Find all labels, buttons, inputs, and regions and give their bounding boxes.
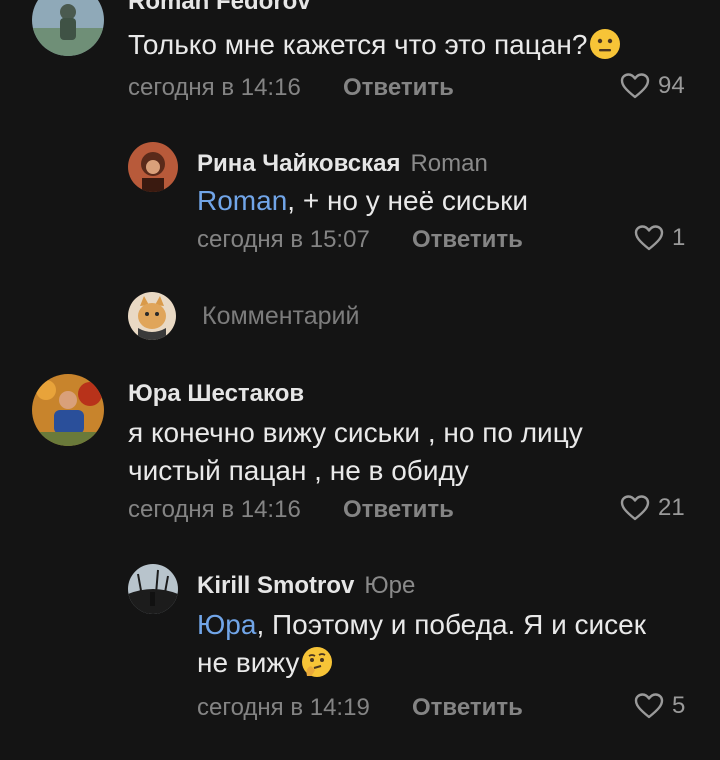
- like-count: 94: [658, 72, 685, 99]
- comment-text-body: , Поэтому и победа. Я и сисек: [256, 609, 646, 640]
- mention-link[interactable]: Юра: [197, 609, 256, 640]
- comment-text-line-1: Юра, Поэтому и победа. Я и сисек: [197, 606, 646, 644]
- comment-text-line-2: чистый пацан , не в обиду: [128, 455, 469, 486]
- comment-timestamp: сегодня в 14:16: [128, 496, 301, 523]
- like-button[interactable]: 94: [620, 72, 685, 100]
- comment-input-placeholder[interactable]: Комментарий: [202, 302, 359, 331]
- comment-timestamp: сегодня в 15:07: [197, 226, 370, 253]
- heart-icon: [620, 73, 650, 99]
- reply-button[interactable]: Ответить: [412, 694, 523, 722]
- heart-icon: [620, 495, 650, 521]
- comment-text-body: Только мне кажется что это пацан?: [128, 29, 588, 60]
- author-name-line: Kirill Smotrov Юре: [197, 572, 415, 600]
- avatar-image: [32, 374, 104, 446]
- avatar[interactable]: [32, 0, 104, 56]
- comment-text: Roman, + но у неё сиськи: [197, 182, 528, 220]
- heart-icon: [634, 693, 664, 719]
- mention-link[interactable]: Roman: [197, 185, 287, 216]
- reply-button[interactable]: Ответить: [343, 496, 454, 524]
- like-button[interactable]: 1: [634, 224, 685, 252]
- like-count: 1: [672, 224, 686, 251]
- comment-text-body-2: не вижу: [197, 647, 300, 678]
- author-name[interactable]: Roman Fedorov: [128, 0, 311, 16]
- author-name[interactable]: Kirill Smotrov: [197, 572, 354, 599]
- avatar[interactable]: [128, 142, 178, 192]
- cat-avatar-image: [128, 292, 176, 340]
- author-name[interactable]: Юра Шестаков: [128, 380, 304, 408]
- author-name-line: Рина Чайковская Roman: [197, 150, 488, 178]
- reply-to-name[interactable]: Юре: [364, 572, 415, 599]
- reply-button[interactable]: Ответить: [412, 226, 523, 254]
- comment-text-line-1: я конечно вижу сиськи , но по лицу: [128, 417, 583, 448]
- thinking-face-emoji-icon: [301, 646, 333, 678]
- reply-to-name[interactable]: Roman: [410, 150, 487, 177]
- like-button[interactable]: 5: [634, 692, 685, 720]
- neutral-face-emoji-icon: [589, 28, 621, 60]
- avatar-image: [32, 0, 104, 56]
- like-button[interactable]: 21: [620, 494, 685, 522]
- avatar[interactable]: [32, 374, 104, 446]
- like-count: 21: [658, 494, 685, 521]
- like-count: 5: [672, 692, 686, 719]
- reply-composer[interactable]: Комментарий: [128, 292, 688, 340]
- comment-timestamp: сегодня в 14:19: [197, 694, 370, 721]
- comment-text: Только мне кажется что это пацан?: [128, 26, 621, 64]
- avatar-image: [128, 142, 178, 192]
- comments-screen: { "comments": [ { "author": "Roman Fedor…: [0, 0, 720, 760]
- my-avatar: [128, 292, 176, 340]
- comment-text-line-2: не вижу: [197, 644, 333, 682]
- avatar-image: [128, 564, 178, 614]
- author-name[interactable]: Рина Чайковская: [197, 150, 400, 177]
- comment-text-body: , + но у неё сиськи: [287, 185, 529, 216]
- comment-timestamp: сегодня в 14:16: [128, 74, 301, 101]
- avatar[interactable]: [128, 564, 178, 614]
- heart-icon: [634, 225, 664, 251]
- reply-button[interactable]: Ответить: [343, 74, 454, 102]
